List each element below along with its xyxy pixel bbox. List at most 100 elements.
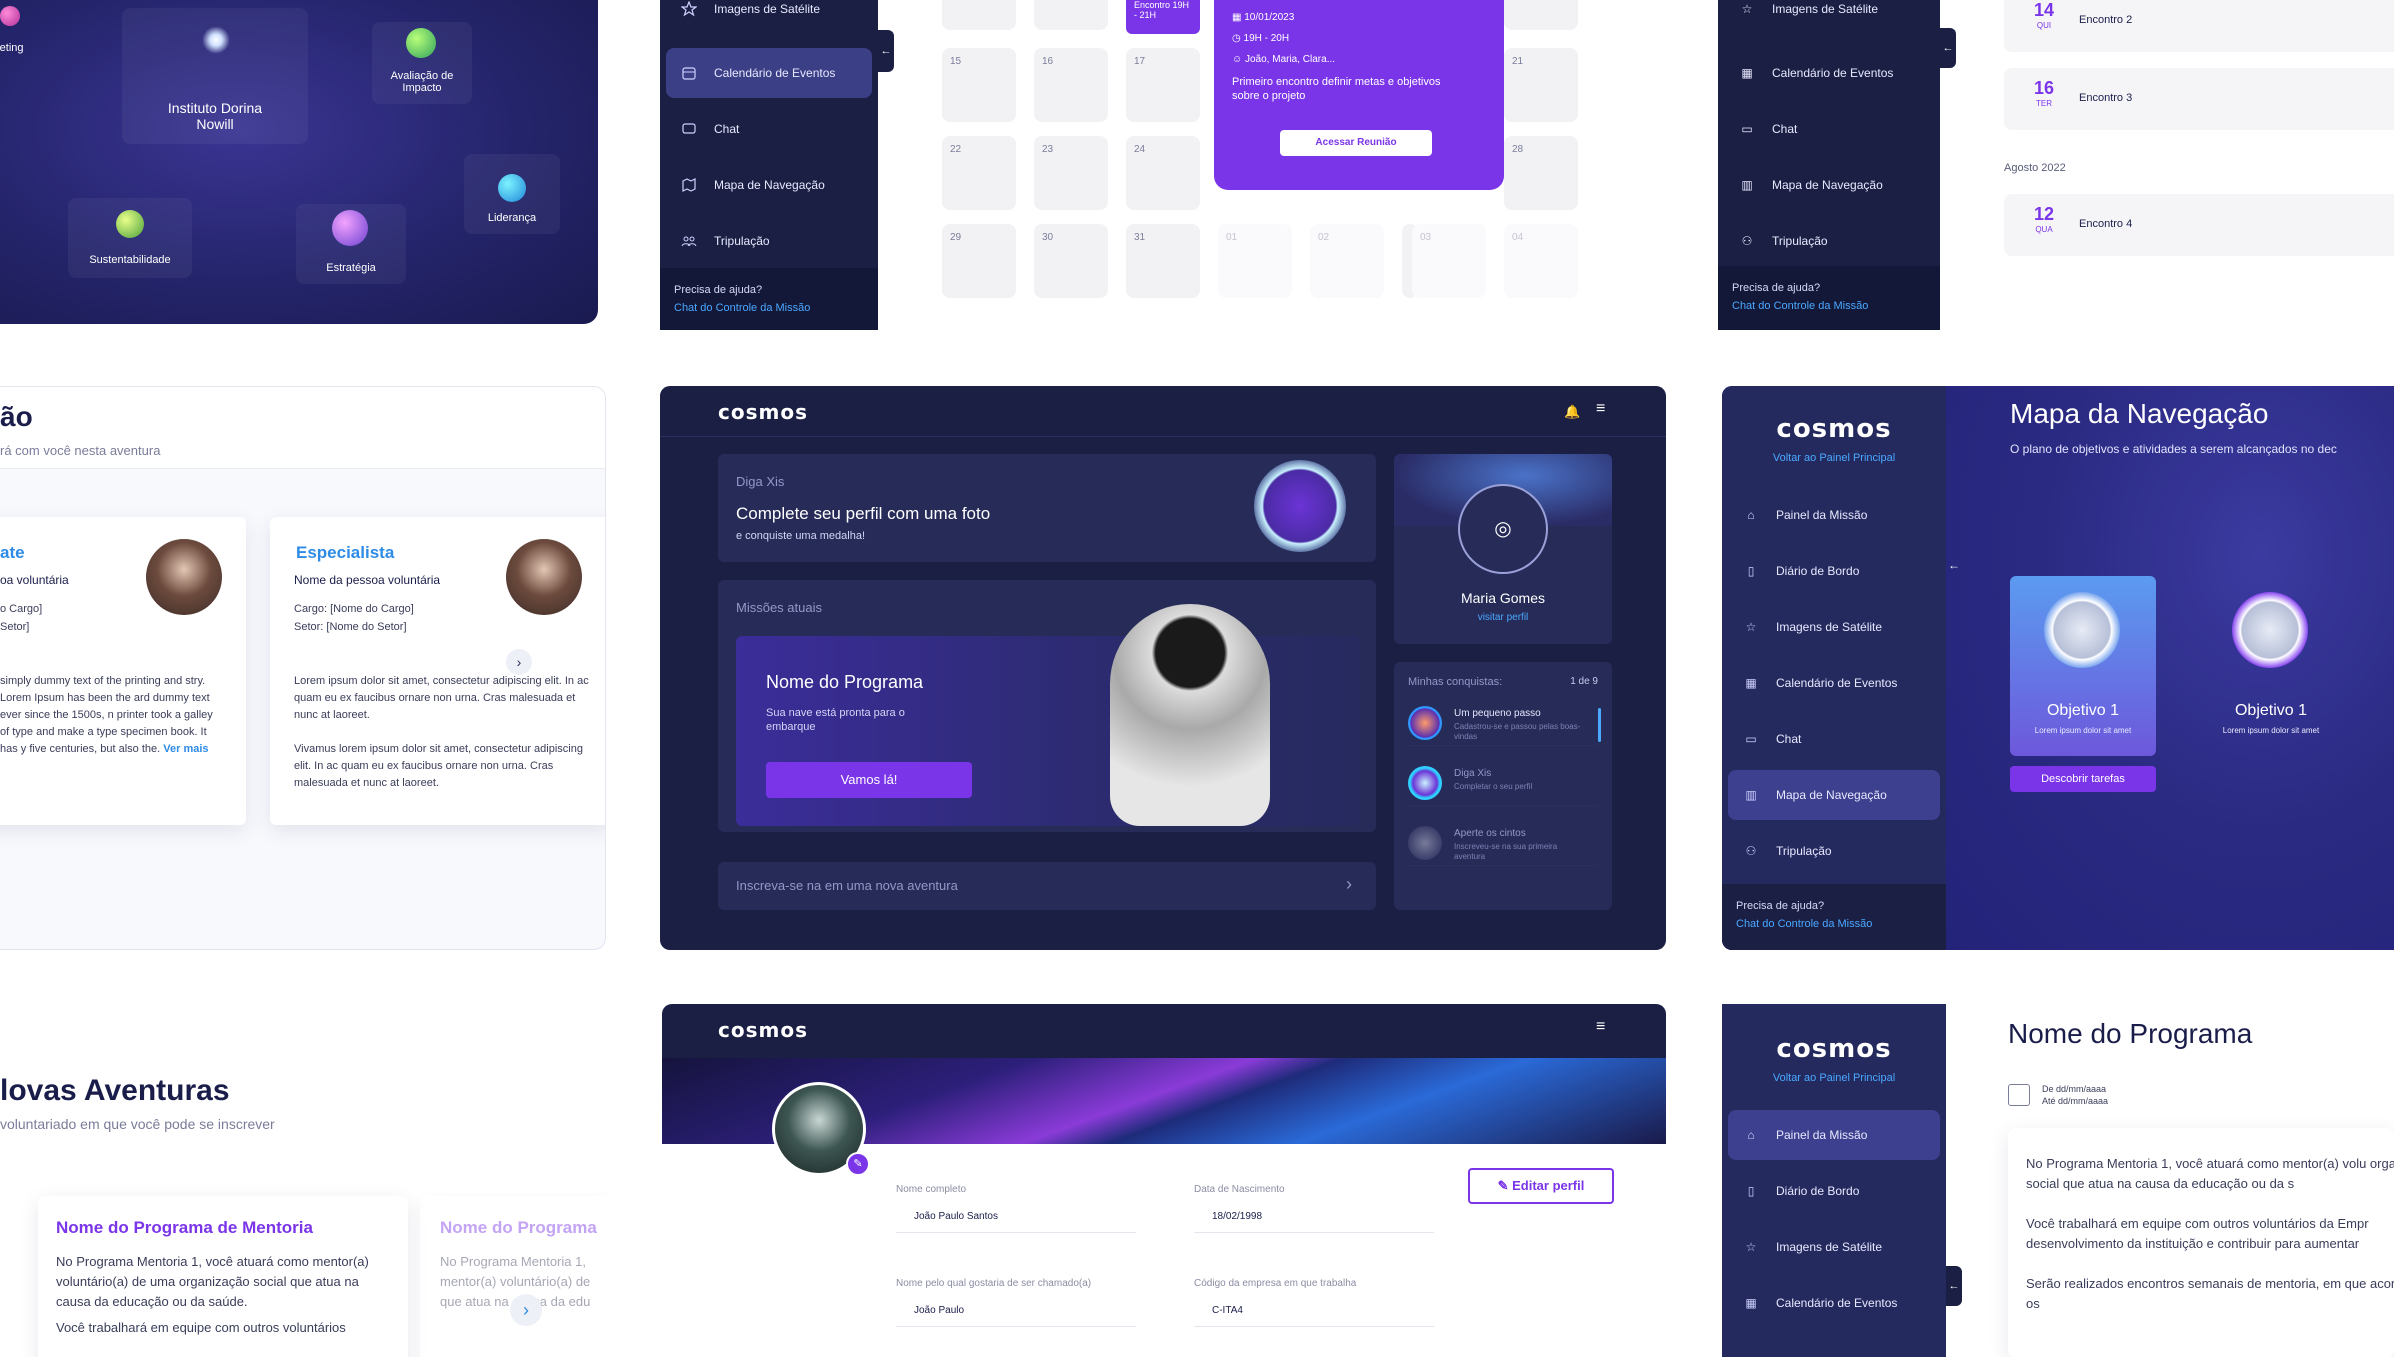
sidebar-item-satellite[interactable]: Imagens de Satélite — [666, 0, 872, 34]
leadership-tile[interactable]: Liderança — [464, 154, 560, 234]
help-link[interactable]: Chat do Controle da Missão — [1736, 918, 1932, 930]
nickname-field[interactable]: Nome pelo qual gostaria de ser chamado(a… — [896, 1278, 1136, 1327]
collapse-tab[interactable]: ← — [1940, 28, 1956, 68]
collapse-tab[interactable]: ← — [878, 30, 894, 72]
calendar-cell-day[interactable]: 01 — [1218, 224, 1292, 298]
discover-tasks-button[interactable]: Descobrir tarefas — [2010, 766, 2156, 792]
meeting-item[interactable]: 16 TER Encontro 3 — [2004, 68, 2394, 130]
galaxy-item-marketing[interactable]: rketing — [0, 42, 72, 54]
menu-icon[interactable]: ≡ — [1596, 400, 1605, 418]
sidebar-item-crew[interactable]: ⚇ Tripulação — [1728, 826, 1940, 876]
adventure-card[interactable]: Nome do Programa No Programa Mentoria 1,… — [420, 1196, 606, 1357]
calendar-cell-day[interactable]: 22 — [942, 136, 1016, 210]
calendar-cell-day[interactable]: 28 — [1504, 136, 1578, 210]
sidebar-item-logbook[interactable]: ▯ Diário de Bordo — [1728, 1166, 1940, 1216]
sidebar-item-mission[interactable]: ⌂ Painel da Missão — [1728, 1110, 1940, 1160]
sidebar-item-crew[interactable]: Tripulação — [666, 216, 872, 266]
app-logo[interactable]: cosmos — [718, 1018, 808, 1042]
calendar-cell-empty[interactable] — [942, 0, 1016, 30]
sidebar-item-chat[interactable]: ▭ Chat — [1728, 714, 1940, 764]
edit-profile-button[interactable]: ✎ Editar perfil — [1468, 1168, 1614, 1204]
impact-tile[interactable]: Avaliação de Impacto — [372, 22, 472, 104]
calendar-cell-empty[interactable] — [1504, 0, 1578, 30]
calendar-cell-day[interactable]: 02 — [1310, 224, 1384, 298]
calendar-cell-day[interactable]: 03 — [1412, 224, 1486, 298]
next-arrow-button[interactable]: › — [510, 1294, 542, 1326]
event-tag[interactable]: Encontro 19H - 21H — [1126, 0, 1200, 34]
help-link[interactable]: Chat do Controle da Missão — [674, 302, 864, 314]
achievements-scrollbar[interactable] — [1598, 708, 1601, 742]
sidebar-item-satellite[interactable]: ☆ Imagens de Satélite — [1728, 1222, 1940, 1272]
sidebar-item-calendar[interactable]: ▦ Calendário de Eventos — [1728, 658, 1940, 708]
achievement-item[interactable]: Aperte os cintos Inscreveu-se na sua prim… — [1408, 816, 1598, 866]
app-logo[interactable]: cosmos — [718, 400, 808, 424]
objective-desc: Lorem ipsum dolor sit amet — [2222, 726, 2320, 735]
collapse-tab[interactable]: ← — [1946, 1266, 1962, 1306]
sidebar-item-logbook[interactable]: ▯ Diário de Bordo — [1728, 546, 1940, 596]
back-link[interactable]: Voltar ao Painel Principal — [1722, 1072, 1946, 1084]
date-from: De dd/mm/aaaa — [2042, 1084, 2107, 1094]
collapse-arrow-icon[interactable]: ← — [1948, 558, 1960, 572]
sidebar-item-map[interactable]: ▥ Mapa de Navegação — [1724, 160, 1934, 210]
sustainability-tile[interactable]: Sustentabilidade — [68, 198, 192, 278]
enroll-bar[interactable]: Inscreva-se na em uma nova aventura › — [718, 862, 1376, 910]
app-logo[interactable]: cosmos — [1722, 1034, 1946, 1064]
calendar-cell-day[interactable]: 29 — [942, 224, 1016, 298]
sidebar-item-chat[interactable]: ▭ Chat — [1724, 104, 1934, 154]
back-link[interactable]: Voltar ao Painel Principal — [1722, 452, 1946, 464]
calendar-cell-day[interactable]: 24 — [1126, 136, 1200, 210]
strategy-tile[interactable]: Estratégia — [296, 204, 406, 284]
program-card[interactable]: Nome do Programa Sua nave está pronta pa… — [736, 604, 1360, 826]
pencil-icon: ✎ — [853, 1158, 863, 1170]
sidebar-item-calendar[interactable]: ▦ Calendário de Eventos — [1728, 1278, 1940, 1328]
sidebar-item-map[interactable]: ▥ Mapa de Navegação — [1728, 770, 1940, 820]
birthdate-field[interactable]: Data de Nascimento 18/02/1998 — [1194, 1184, 1434, 1233]
sidebar-item-mission[interactable]: ⌂ Painel da Missão — [1728, 490, 1940, 540]
sidebar-item-crew[interactable]: ⚇ Tripulação — [1724, 216, 1934, 266]
achievement-item[interactable]: Diga Xis Completar o seu perfil — [1408, 756, 1598, 806]
sidebar-item-satellite[interactable]: ☆ Imagens de Satélite — [1728, 602, 1940, 652]
sidebar-item-satellite[interactable]: ☆ Imagens de Satélite — [1724, 0, 1934, 34]
photo-banner[interactable]: Diga Xis Complete seu perfil com uma fot… — [718, 454, 1376, 562]
full-name-field[interactable]: Nome completo João Paulo Santos — [896, 1184, 1136, 1233]
profile-card[interactable]: ◎ Maria Gomes visitar perfil — [1394, 454, 1612, 644]
calendar-cell-empty[interactable] — [1034, 0, 1108, 30]
meeting-item[interactable]: 14 QUI Encontro 2 — [2004, 0, 2394, 52]
calendar-cell-day[interactable]: 04 — [1504, 224, 1578, 298]
sidebar-item-map[interactable]: Mapa de Navegação — [666, 160, 872, 210]
sidebar-item-chat[interactable]: Chat — [666, 104, 872, 154]
next-arrow-button[interactable]: › — [506, 649, 532, 675]
missions-panel: Missões atuais Nome do Programa Sua nave… — [718, 580, 1376, 832]
program-description: No Programa Mentoria 1, você atuará como… — [2008, 1128, 2394, 1357]
volunteer-bio: simply dummy text of the printing and st… — [0, 675, 213, 755]
calendar-cell-day[interactable]: 30 — [1034, 224, 1108, 298]
meeting-item[interactable]: 12 QUA Encontro 4 — [2004, 194, 2394, 256]
see-more-link[interactable]: Ver mais — [163, 743, 208, 755]
calendar-cell-day[interactable]: 17 — [1126, 48, 1200, 122]
calendar-cell-day[interactable]: 16 — [1034, 48, 1108, 122]
objective-card[interactable]: Objetivo 1 Lorem ipsum dolor sit amet — [2198, 576, 2344, 756]
date-to: Até dd/mm/aaaa — [2042, 1096, 2109, 1106]
go-button[interactable]: Vamos lá! — [766, 762, 972, 798]
access-meeting-button[interactable]: Acessar Reunião — [1280, 130, 1432, 156]
app-logo[interactable]: cosmos — [1722, 414, 1946, 444]
company-code-field[interactable]: Código da empresa em que trabalha C-ITA4 — [1194, 1278, 1434, 1327]
objective-card[interactable]: Objetivo 1 Lorem ipsum dolor sit amet — [2010, 576, 2156, 756]
calendar-cell-day[interactable]: 21 — [1504, 48, 1578, 122]
avatar-placeholder[interactable]: ◎ — [1458, 484, 1548, 574]
menu-icon[interactable]: ≡ — [1596, 1018, 1605, 1036]
calendar-cell-day[interactable]: 31 — [1126, 224, 1200, 298]
sidebar-item-calendar[interactable]: ▦ Calendário de Eventos — [1724, 48, 1934, 98]
edit-avatar-button[interactable]: ✎ — [846, 1152, 870, 1176]
adventure-card[interactable]: Nome do Programa de Mentoria No Programa… — [38, 1196, 408, 1357]
calendar-cell-day[interactable]: 15 — [942, 48, 1016, 122]
star-outline-icon: ☆ — [1741, 2, 1753, 16]
help-link[interactable]: Chat do Controle da Missão — [1732, 300, 1926, 312]
visit-profile-link[interactable]: visitar perfil — [1394, 612, 1612, 623]
bell-icon[interactable]: 🔔 — [1564, 404, 1580, 420]
achievements-count: 1 de 9 — [1570, 676, 1598, 687]
achievement-item[interactable]: Um pequeno passo Cadastrou-se e passou pe… — [1408, 696, 1598, 746]
sidebar-item-calendar[interactable]: Calendário de Eventos — [666, 48, 872, 98]
calendar-cell-day[interactable]: 23 — [1034, 136, 1108, 210]
institute-tile[interactable]: Instituto Dorina Nowill — [122, 8, 308, 144]
